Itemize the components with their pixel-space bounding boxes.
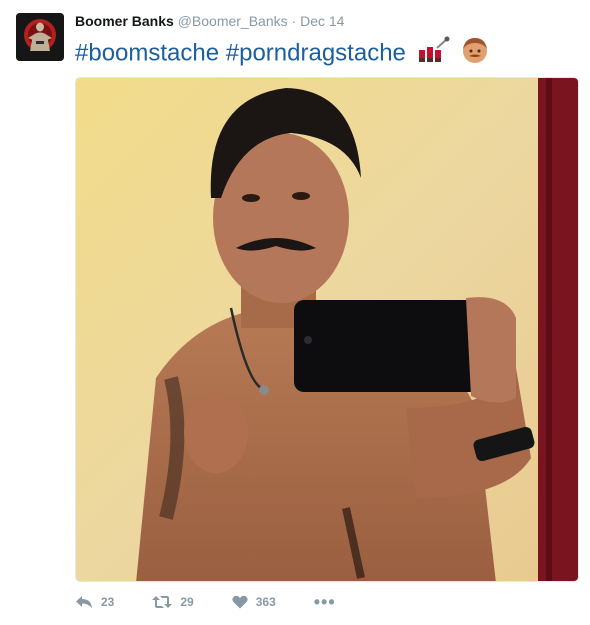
tweet-card: Boomer Banks @Boomer_Banks · Dec 14 #boo… xyxy=(0,0,590,625)
more-icon: ••• xyxy=(313,592,336,612)
retweet-button[interactable]: 29 xyxy=(152,595,194,609)
tweet-actions: 23 29 363 ••• xyxy=(75,592,374,612)
separator-dot: · xyxy=(291,13,297,29)
hashtag-link[interactable]: #porndragstache xyxy=(226,39,406,66)
user-handle[interactable]: @Boomer_Banks xyxy=(178,13,288,29)
reply-icon xyxy=(76,596,92,608)
tweet-photo[interactable] xyxy=(75,77,579,582)
man-emoji-icon xyxy=(461,36,489,72)
like-button[interactable]: 363 xyxy=(232,595,276,609)
tweet-text: #boomstache #porndragstache xyxy=(75,36,489,72)
retweet-icon xyxy=(152,596,173,608)
reply-button[interactable]: 23 xyxy=(75,595,114,609)
tweet-date[interactable]: Dec 14 xyxy=(300,13,344,29)
like-count: 363 xyxy=(255,595,276,609)
heart-icon xyxy=(232,595,248,609)
lipstick-emoji-icon xyxy=(417,36,451,72)
more-button[interactable]: ••• xyxy=(313,592,336,612)
display-name[interactable]: Boomer Banks xyxy=(75,13,174,29)
hashtag-link[interactable]: #boomstache xyxy=(75,39,219,66)
avatar[interactable] xyxy=(16,13,64,61)
tweet-header: Boomer Banks @Boomer_Banks · Dec 14 xyxy=(75,13,344,29)
retweet-count: 29 xyxy=(180,595,194,609)
reply-count: 23 xyxy=(101,595,115,609)
